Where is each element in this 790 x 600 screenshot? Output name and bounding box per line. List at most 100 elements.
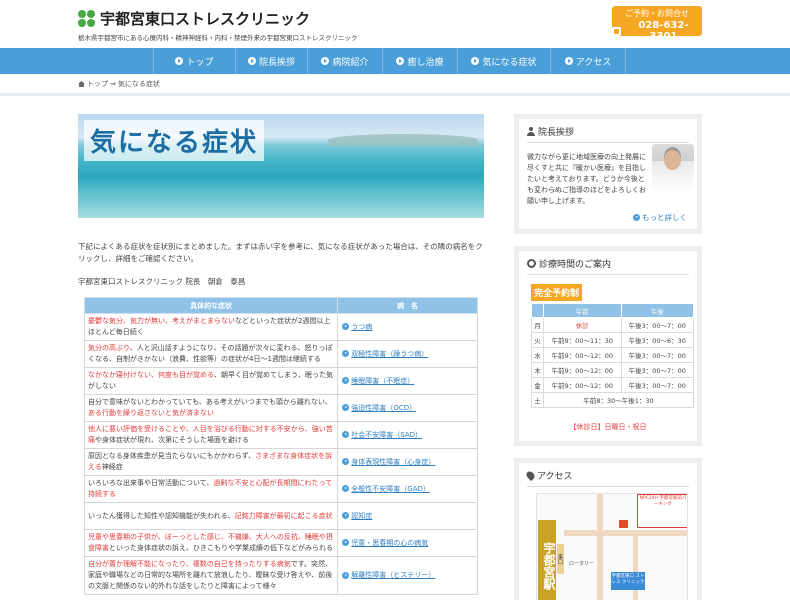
map-marker [619,520,628,528]
greeting-text: 微力ながら更に地域医療の向上発展に尽くすと共に『暖かい医療』を目指したいと考えて… [527,153,646,205]
arrow-right-icon [342,458,350,465]
symptom-description: 他人に悪い評価を受けることや、人目を浴びる行動に対する不安から、強い苦痛や身体症… [83,421,339,449]
symptom-text: いったん獲得した知性や認知機能が失われる、 [88,511,235,520]
disease-link[interactable]: 解離性障害（ヒステリー） [337,556,478,595]
nav-label: アクセス [575,57,612,68]
symptom-highlight: 憂鬱な気分、気力が無い、考えがまとまらない [88,317,235,325]
symptom-highlight: 自分が置か理解不能になったり、複数の自己を持ったりする病気 [88,560,291,568]
nav-label: トップ [186,57,214,68]
hours-row: 木午前9：00〜12：00 午後3：00〜7：00 [531,362,695,378]
disease-link[interactable]: 児童・思春期の心の病気 [337,529,478,557]
column-header-disease: 病 名 [337,297,478,314]
symptom-highlight: 記銘力障害が最初に起こる症状 [234,511,333,520]
arrow-right-icon [342,323,350,330]
disease-link[interactable]: 全般性不安障害（GAD） [337,475,478,503]
nav-item-greeting[interactable]: 院長挨拶 [235,48,307,74]
disease-link[interactable]: 睡眠障害（不眠症） [337,367,478,395]
hours-time-pm: 午後3：00〜7：00 [620,317,695,333]
arrow-right-icon [633,214,640,221]
arrow-right-icon [342,512,350,519]
breadcrumb-home[interactable]: トップ [87,79,108,89]
table-row: いろいろな出来事や日常活動について、過剰な不安と心配が長期間にわたって持続する 全… [83,475,478,503]
symptom-highlight: なかなか寝付けない、何度も目が覚める [88,371,214,379]
symptom-text: といった身体症状の訴え、ひきこもりや学業成績の低下などがみられる [109,544,333,552]
site-tagline: 栃木県宇都宮市にある心療内科・精神神経科・内科・禁煙外来の宇都宮東口ストレスクリ… [78,34,358,42]
nav-item-symptoms[interactable]: 気になる症状 [457,48,550,74]
page-title: 気になる症状 [84,120,265,161]
access-map[interactable]: 宇都宮駅 東口 ロータリー NPC24H 宇都宮駅前パーキング 宇都宮東口 スト… [536,493,688,600]
hours-row: 水午前9：00〜12：00 午後3：00〜7：00 [531,347,695,363]
arrow-right-icon [342,377,350,384]
reservation-badge: 完全予約制 [531,284,583,301]
disease-name[interactable]: 全般性不安障害（GAD） [351,485,430,493]
disease-link[interactable]: 身体表現性障害（心身症） [337,448,478,476]
arrow-right-icon [247,57,256,65]
more-details-link[interactable]: もっと詳しく [633,212,687,223]
map-road [597,494,603,600]
disease-name[interactable]: 認知症 [351,512,372,520]
nav-item-top[interactable]: トップ [153,48,235,74]
contact-label: ご予約・お問合せ [625,9,689,18]
disease-name[interactable]: うつ病 [351,323,372,331]
phone-number: 028-632-3301 [638,20,689,42]
hours-day: 月 [531,317,544,333]
hours-time-am: 午前9：00〜12：00 [543,362,622,378]
symptom-highlight: 気分の高ぶり [88,344,130,352]
site-title[interactable]: 宇都宮東口ストレスクリニック [100,8,310,29]
table-row: なかなか寝付けない、何度も目が覚める、朝早く目が覚めてしまう、眠った気がしない 睡… [83,367,478,395]
disease-name[interactable]: 強迫性障害（OCD） [351,404,416,412]
clock-icon [527,259,536,268]
symptom-description: 自分で意味がないとわかっていても、ある考えがいつまでも頭から離れない、ある行動を… [83,394,339,422]
table-row: 憂鬱な気分、気力が無い、考えがまとまらないなどといった症状が2週間以上ほとんど毎… [83,313,478,341]
hours-day: 水 [531,347,544,363]
map-station-exit: 東口 [557,544,564,574]
nav-item-clinic[interactable]: 病院紹介 [307,48,382,74]
arrow-right-icon [471,57,480,65]
disease-name[interactable]: 睡眠障害（不眠症） [351,377,414,385]
hours-time-pm: 午後3：00〜7：00 [620,362,695,378]
table-row: 原因となる身体疾患が見当たらないにもかかわらず、さまざまな身体症状を訴える神経症… [83,448,478,476]
hours-row: 金午前9：00〜12：00 午後3：00〜7：00 [531,377,695,393]
symptom-description: いろいろな出来事や日常活動について、過剰な不安と心配が長期間にわたって持続する [83,475,339,503]
site-logo[interactable]: 宇都宮東口ストレスクリニック [78,8,310,29]
access-widget-title: アクセス [524,469,689,487]
nav-label: 癒し治療 [407,57,444,68]
island-silhouette [328,134,478,146]
disease-name[interactable]: 双極性障害（躁うつ病） [351,350,428,358]
symptom-description: 原因となる身体疾患が見当たらないにもかかわらず、さまざまな身体症状を訴える神経症 [83,448,339,476]
disease-name[interactable]: 児童・思春期の心の病気 [351,539,428,547]
nav-item-healing[interactable]: 癒し治療 [382,48,457,74]
arrow-right-icon [342,485,350,492]
contact-button[interactable]: ご予約・お問合せ 028-632-3301 [612,6,702,42]
symptom-text: いろいろな出来事や日常活動について、 [88,479,214,487]
hours-time-am: 午前9：00〜12：00 [543,377,622,393]
disease-name[interactable]: 解離性障害（ヒステリー） [351,571,435,579]
disease-link[interactable]: 双極性障害（躁うつ病） [337,340,478,368]
map-station: 宇都宮駅 [538,520,556,600]
hours-time-pm: 午後3：00〜7：00 [620,347,695,363]
nav-label: 院長挨拶 [258,57,295,68]
director-photo [652,144,694,192]
disease-name[interactable]: 社会不安障害（SAD） [351,431,422,439]
closed-days-note: 【休診日】日曜日・祝日 [569,423,647,431]
nav-item-access[interactable]: アクセス [550,48,626,74]
table-row: 児童や思春期の子供が、ぼーっとした感じ、不機嫌、大人への反抗、睡眠や摂食障害とい… [83,529,478,557]
disease-link[interactable]: 認知症 [337,502,478,530]
arrow-right-icon [342,539,350,546]
disease-link[interactable]: 社会不安障害（SAD） [337,421,478,449]
symptom-description: なかなか寝付けない、何度も目が覚める、朝早く目が覚めてしまう、眠った気がしない [83,367,339,395]
disease-name[interactable]: 身体表現性障害（心身症） [351,458,435,466]
column-header-symptoms: 具体的な症状 [83,297,339,314]
access-widget: アクセス 宇都宮駅 東口 ロータリー NPC24H 宇都宮駅前パーキング 宇都宮… [514,458,702,600]
hours-time-pm: 午後3：00〜6：30 [620,332,695,348]
hours-day: 土 [531,392,544,408]
nav-label: 気になる症状 [482,57,537,68]
map-road [564,530,687,536]
disease-link[interactable]: うつ病 [337,313,478,341]
disease-link[interactable]: 強迫性障害（OCD） [337,394,478,422]
clover-icon [78,9,96,28]
hours-time-am: 休診 [543,317,622,333]
map-parking: NPC24H 宇都宮駅前パーキング [637,494,687,528]
map-pin-icon [524,469,537,482]
hours-day: 金 [531,377,544,393]
